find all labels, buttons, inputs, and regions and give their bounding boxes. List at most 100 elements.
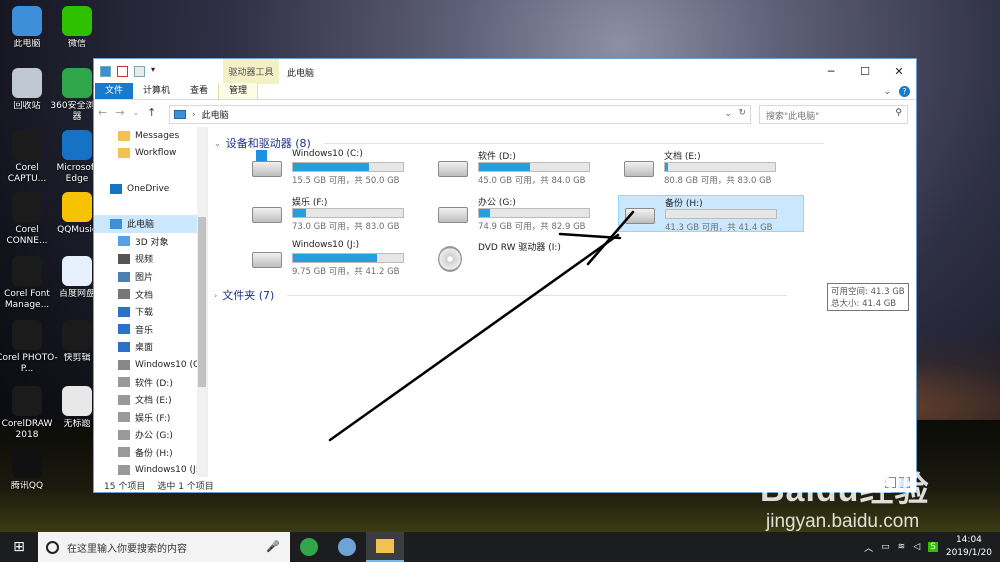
- drive-tile[interactable]: 文档 (E:) 80.8 GB 可用，共 83.0 GB: [618, 149, 804, 186]
- watermark-url: jingyan.baidu.com: [766, 511, 920, 532]
- drive-tooltip: 可用空间: 41.3 GB 总大小: 41.4 GB: [827, 283, 909, 311]
- drive-tile[interactable]: 备份 (H:) 41.3 GB 可用，共 41.4 GB: [618, 195, 804, 233]
- taskbar-browser-icon[interactable]: [328, 532, 366, 562]
- new-folder-icon[interactable]: [134, 66, 145, 77]
- nav-item-label: 备份 (H:): [135, 448, 173, 459]
- status-item-count: 15 个项目: [104, 482, 146, 492]
- up-icon[interactable]: ↑: [147, 106, 156, 119]
- nav-item[interactable]: OneDrive: [94, 180, 207, 198]
- nav-item[interactable]: 办公 (G:): [94, 426, 207, 444]
- battery-icon[interactable]: ▭: [881, 542, 890, 552]
- drive-tile[interactable]: DVD RW 驱动器 (I:): [432, 240, 618, 277]
- title-bar: ▾ 驱动器工具 此电脑 ─ ☐ ✕: [94, 59, 916, 84]
- nav-item[interactable]: 视频: [94, 250, 207, 268]
- customize-dropdown-icon[interactable]: ▾: [151, 66, 162, 77]
- maximize-button[interactable]: ☐: [848, 59, 882, 84]
- wifi-icon[interactable]: ≋: [898, 542, 906, 552]
- tab-manage[interactable]: 管理: [218, 83, 259, 99]
- desktop-icon-qq[interactable]: 腾讯QQ: [0, 448, 58, 492]
- minimize-button[interactable]: ─: [814, 59, 848, 84]
- kuaijianji-icon: [62, 320, 92, 350]
- nav-item[interactable]: 文档: [94, 285, 207, 303]
- nav-item[interactable]: Workflow: [94, 145, 207, 163]
- nav-item[interactable]: Windows10 (J:): [94, 461, 207, 477]
- scrollbar-thumb[interactable]: [198, 217, 206, 387]
- expand-chevron-icon[interactable]: ›: [214, 291, 217, 300]
- untitled-icon: [62, 386, 92, 416]
- tab-view[interactable]: 查看: [180, 83, 218, 99]
- nav-item[interactable]: Messages: [94, 127, 207, 145]
- collapse-chevron-icon[interactable]: ⌄: [214, 139, 221, 148]
- search-input[interactable]: 搜索"此电脑" ⚲: [759, 105, 908, 124]
- drive-tools-context-tab: 驱动器工具: [223, 59, 279, 84]
- video-icon: [118, 253, 130, 264]
- nav-item[interactable]: 音乐: [94, 321, 207, 339]
- recent-dropdown-icon[interactable]: ⌄: [132, 108, 139, 117]
- drive-usage-fill: [479, 163, 530, 171]
- nav-item[interactable]: Windows10 (C:): [94, 356, 207, 374]
- drive-tile[interactable]: Windows10 (C:) 15.5 GB 可用，共 50.0 GB: [246, 149, 432, 186]
- close-button[interactable]: ✕: [882, 59, 916, 84]
- nav-item-label: 3D 对象: [135, 237, 169, 248]
- refresh-icon[interactable]: ↻: [738, 108, 746, 118]
- nav-item[interactable]: 3D 对象: [94, 233, 207, 251]
- nav-item[interactable]: 下载: [94, 303, 207, 321]
- drive-icon: [438, 207, 468, 223]
- drive-usage-bar: [292, 208, 404, 218]
- tab-computer[interactable]: 计算机: [133, 83, 180, 99]
- drive-icon: [118, 465, 130, 476]
- desktop-icon-wechat[interactable]: 微信: [46, 6, 108, 50]
- coreldraw-icon: [12, 386, 42, 416]
- folders-group-title: 文件夹 (7): [222, 289, 275, 302]
- drive-tile[interactable]: 软件 (D:) 45.0 GB 可用，共 84.0 GB: [432, 149, 618, 186]
- nav-item[interactable]: 软件 (D:): [94, 373, 207, 391]
- clock[interactable]: 14:04 2019/1/20: [946, 534, 992, 560]
- back-icon[interactable]: ←: [98, 106, 107, 119]
- corel-photo-icon: [12, 320, 42, 350]
- pc-small-icon[interactable]: [100, 66, 111, 77]
- tray-expand-icon[interactable]: ︿: [864, 541, 873, 554]
- drive-icon: [118, 447, 130, 458]
- drive-usage-fill: [293, 254, 377, 262]
- corel-capture-icon: [12, 130, 42, 160]
- microphone-icon[interactable]: 🎤: [266, 540, 280, 553]
- volume-icon[interactable]: ◁: [913, 542, 920, 552]
- address-bar[interactable]: › 此电脑 ⌄ ↻: [169, 105, 751, 124]
- start-button[interactable]: ⊞: [0, 532, 38, 562]
- watermark-brand: Baidu经验: [760, 471, 930, 509]
- windows-logo-icon: [256, 150, 267, 161]
- forward-icon[interactable]: →: [115, 106, 124, 119]
- taskbar-explorer-icon[interactable]: [366, 532, 404, 562]
- drive-icon: [438, 161, 468, 177]
- documents-icon: [118, 289, 130, 300]
- navigation-scrollbar[interactable]: [197, 127, 207, 477]
- help-icon[interactable]: ?: [899, 86, 910, 97]
- folders-group-header[interactable]: › 文件夹 (7): [214, 287, 788, 303]
- address-sep-icon: ›: [192, 109, 196, 120]
- properties-icon[interactable]: [117, 66, 128, 77]
- nav-item[interactable]: 文档 (E:): [94, 391, 207, 409]
- search-icon: ⚲: [895, 108, 902, 118]
- nav-item[interactable]: 备份 (H:): [94, 444, 207, 462]
- input-method-icon[interactable]: S: [928, 542, 938, 552]
- nav-item[interactable]: 桌面: [94, 338, 207, 356]
- tab-file[interactable]: 文件: [95, 83, 134, 99]
- drive-name: Windows10 (J:): [292, 240, 360, 250]
- drive-tile[interactable]: 娱乐 (F:) 73.0 GB 可用，共 83.0 GB: [246, 195, 432, 232]
- nav-item[interactable]: 此电脑: [94, 214, 207, 233]
- drive-usage-bar: [478, 162, 590, 172]
- expand-ribbon-icon[interactable]: ⌄: [883, 87, 891, 97]
- drive-icon: [118, 429, 130, 440]
- drive-tile[interactable]: 办公 (G:) 74.9 GB 可用，共 82.9 GB: [432, 195, 618, 232]
- drive-tile[interactable]: Windows10 (J:) 9.75 GB 可用，共 41.2 GB: [246, 240, 432, 277]
- baidu-netdisk-icon: [62, 256, 92, 286]
- nav-item[interactable]: 图片: [94, 268, 207, 286]
- wechat-icon: [62, 6, 92, 36]
- taskbar-search[interactable]: 在这里输入你要搜索的内容 🎤: [38, 532, 290, 562]
- nav-item[interactable]: 娱乐 (F:): [94, 409, 207, 427]
- taskbar-360-icon[interactable]: [290, 532, 328, 562]
- address-text: 此电脑: [201, 111, 229, 121]
- address-dropdown-icon[interactable]: ⌄: [724, 109, 732, 119]
- tooltip-free-space: 可用空间: 41.3 GB: [831, 287, 905, 297]
